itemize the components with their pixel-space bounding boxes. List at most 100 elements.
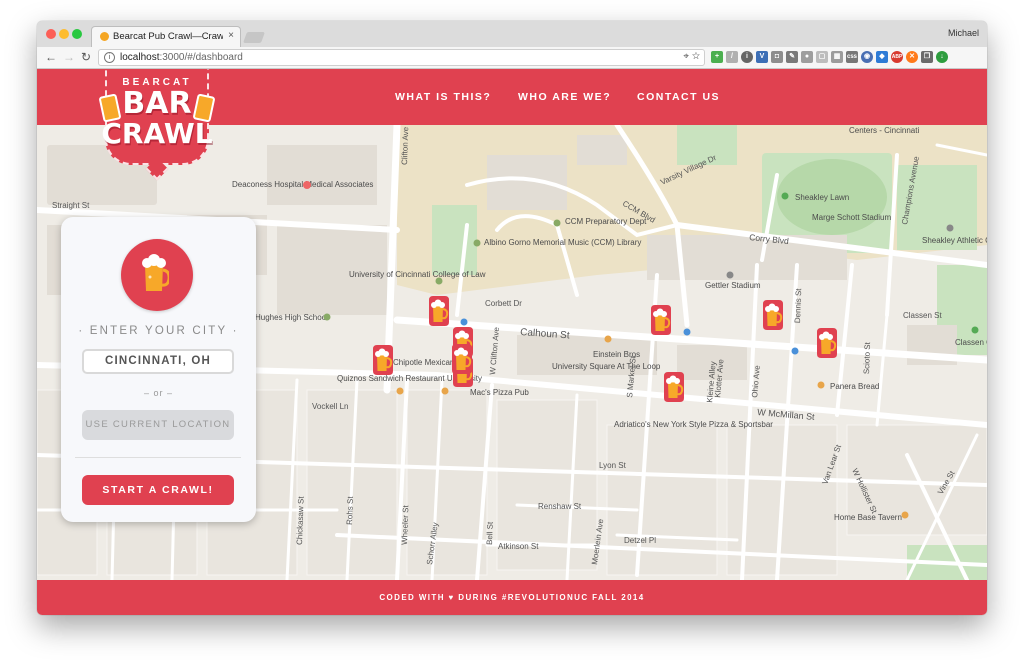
extension-grid-icon[interactable]: ▦ xyxy=(831,51,843,63)
place-label: Einstein Bros xyxy=(593,350,640,359)
bar-icon xyxy=(901,511,909,519)
street-label: Scioto St xyxy=(862,341,872,374)
extension-layers-icon[interactable]: ❐ xyxy=(921,51,933,63)
place-label: Classen Gr xyxy=(955,338,987,347)
school-icon xyxy=(435,277,443,285)
browser-tab[interactable]: Bearcat Pub Crawl—Crawl like × xyxy=(91,26,241,47)
stadium-icon xyxy=(946,224,954,232)
profile-name[interactable]: Michael xyxy=(948,28,979,38)
extension-paint-icon[interactable]: ✎ xyxy=(786,51,798,63)
street-label: Vockell Ln xyxy=(312,402,348,411)
extension-pin-icon[interactable]: ● xyxy=(801,51,813,63)
city-input[interactable]: CINCINNATI, OH xyxy=(82,349,234,374)
place-label: Adriatico's New York Style Pizza & Sport… xyxy=(614,420,773,429)
back-arrow-icon[interactable]: ← xyxy=(45,50,57,64)
footer-text-after: DURING #REVOLUTIONUC FALL 2014 xyxy=(454,593,645,602)
street-label: Straight St xyxy=(52,201,90,210)
extension-v-icon[interactable]: V xyxy=(756,51,768,63)
window-minimize-button[interactable] xyxy=(59,29,69,39)
tab-strip: Bearcat Pub Crawl—Crawl like × Michael xyxy=(37,21,987,47)
street-label: Clifton Ave xyxy=(400,126,410,165)
browser-toolbar: ← → ↻ i localhost:3000/#/dashboard ⌖ ☆ +… xyxy=(37,47,987,69)
nav-what-is-this[interactable]: WHAT IS THIS? xyxy=(395,91,491,103)
city-search-panel: · ENTER YOUR CITY · CINCINNATI, OH – or … xyxy=(61,217,256,522)
extension-plus-icon[interactable]: + xyxy=(711,51,723,63)
window-maximize-button[interactable] xyxy=(72,29,82,39)
place-label: Home Base Tavern xyxy=(834,513,902,522)
or-separator: – or – xyxy=(143,388,173,398)
use-current-location-button[interactable]: USE CURRENT LOCATION xyxy=(82,410,234,440)
beer-marker-icon[interactable] xyxy=(651,305,671,335)
place-label: Panera Bread xyxy=(830,382,879,391)
extension-page-icon[interactable]: ▢ xyxy=(816,51,828,63)
street-label: Dennis St xyxy=(793,288,803,324)
place-label: Sheakley Lawn xyxy=(795,193,849,202)
extension-css-icon[interactable]: css xyxy=(846,51,858,63)
restaurant-icon xyxy=(396,387,404,395)
extension-info-icon[interactable]: i xyxy=(741,51,753,63)
nav-who-are-we[interactable]: WHO ARE WE? xyxy=(518,91,611,103)
reload-icon[interactable]: ↻ xyxy=(81,50,91,64)
place-label: Sheakley Athletic Complex xyxy=(922,236,987,245)
place-label: Centers - Cincinnati xyxy=(849,126,919,135)
footer-text-before: CODED WITH xyxy=(379,593,449,602)
hospital-icon xyxy=(303,181,311,189)
restaurant-icon xyxy=(817,381,825,389)
logo-crawl-text: CRAWL xyxy=(101,117,213,150)
beer-avatar xyxy=(121,239,193,311)
street-label: Renshaw St xyxy=(538,502,582,511)
bookmark-star-icon[interactable]: ☆ xyxy=(692,51,700,62)
beer-mug-icon xyxy=(142,254,169,291)
street-label: Lyon St xyxy=(599,461,627,470)
omnibox-icons: ⌖ ☆ xyxy=(683,51,700,62)
target-icon[interactable]: ⌖ xyxy=(683,51,689,62)
extension-download-icon[interactable]: ↓ xyxy=(936,51,948,63)
beer-marker-icon[interactable] xyxy=(817,328,837,358)
beer-marker-icon[interactable] xyxy=(429,296,449,326)
browser-window: Bearcat Pub Crawl—Crawl like × Michael ←… xyxy=(37,21,987,615)
beer-marker-icon[interactable] xyxy=(373,345,393,375)
place-label: Mac's Pizza Pub xyxy=(470,388,529,397)
street-label: Detzel Pl xyxy=(624,536,656,545)
place-label: University Square At The Loop xyxy=(552,362,661,371)
forward-arrow-icon[interactable]: → xyxy=(63,50,75,64)
street-label: Rohs St xyxy=(345,496,355,526)
tab-close-icon[interactable]: × xyxy=(228,30,234,41)
start-crawl-button[interactable]: START A CRAWL! xyxy=(82,475,234,505)
beer-marker-icon[interactable] xyxy=(452,344,472,374)
beer-marker-icon[interactable] xyxy=(763,300,783,330)
bus-stop-icon xyxy=(791,347,799,355)
school-icon xyxy=(323,313,331,321)
street-label: Chickasaw St xyxy=(295,496,306,546)
window-close-button[interactable] xyxy=(46,29,56,39)
new-tab-button[interactable] xyxy=(242,32,266,43)
park-icon xyxy=(781,192,789,200)
extension-blue-icon[interactable]: ◆ xyxy=(876,51,888,63)
tab-title: Bearcat Pub Crawl—Crawl like xyxy=(113,31,223,42)
url-host: localhost xyxy=(120,52,160,63)
street-label: Classen St xyxy=(903,311,942,320)
beer-marker-icon[interactable] xyxy=(664,372,684,402)
extension-camera-icon[interactable]: ◘ xyxy=(771,51,783,63)
bus-stop-icon xyxy=(683,328,691,336)
school-icon xyxy=(553,219,561,227)
logo-bar-text: BAR xyxy=(122,86,192,121)
info-icon[interactable]: i xyxy=(104,52,115,63)
street-label: Atkinson St xyxy=(498,542,539,551)
extension-orange-icon[interactable]: ✕ xyxy=(906,51,918,63)
extension-globe-icon[interactable]: ◉ xyxy=(861,51,873,63)
favicon-icon xyxy=(100,32,109,41)
nav-contact-us[interactable]: CONTACT US xyxy=(637,91,720,103)
bar-crawl-logo[interactable]: BEARCAT BAR CRAWL xyxy=(97,69,217,181)
stadium-icon xyxy=(726,271,734,279)
place-label: Marge Schott Stadium xyxy=(812,213,891,222)
url-text[interactable]: localhost:3000/#/dashboard xyxy=(120,52,243,63)
library-icon xyxy=(473,239,481,247)
address-bar[interactable]: i localhost:3000/#/dashboard ⌖ ☆ xyxy=(98,49,705,66)
extensions-bar: + / i V ◘ ✎ ● ▢ ▦ css ◉ ◆ ABP ✕ ❐ ↓ xyxy=(711,51,948,63)
extension-abp-icon[interactable]: ABP xyxy=(891,51,903,63)
extension-pen-icon[interactable]: / xyxy=(726,51,738,63)
restaurant-icon xyxy=(441,387,449,395)
place-label: Gettler Stadium xyxy=(705,281,761,290)
place-label: CCM Preparatory Dept xyxy=(565,217,647,226)
